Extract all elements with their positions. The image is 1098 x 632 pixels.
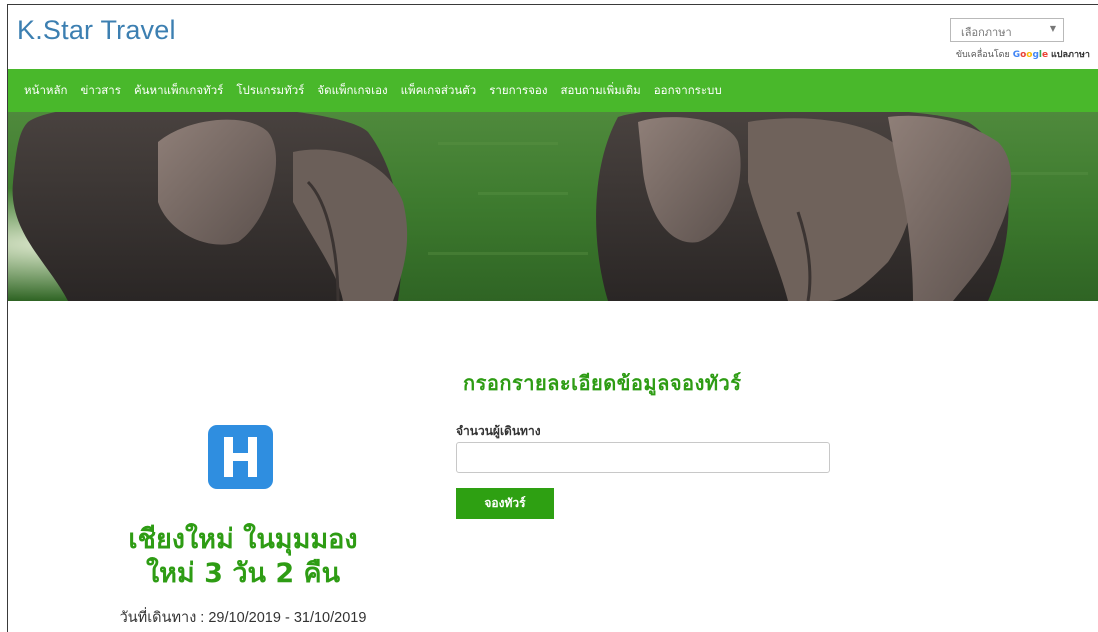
nav-item-logout[interactable]: ออกจากระบบ: [654, 82, 722, 100]
nav-item-inquiry[interactable]: สอบถามเพิ่มเติม: [560, 82, 640, 100]
browser-page: K.Star Travel เลือกภาษา ▼ ขับเคลื่อนโดย …: [7, 4, 1098, 632]
travelers-input[interactable]: [456, 442, 830, 473]
travelers-label: จำนวนผู้เดินทาง: [456, 424, 541, 438]
package-title-line2: ใหม่ 3 วัน 2 คืน: [145, 558, 341, 589]
booking-section: เชียงใหม่ ในมุมมอง ใหม่ 3 วัน 2 คืน วันท…: [8, 301, 1098, 632]
travel-date: วันที่เดินทาง : 29/10/2019 - 31/10/2019: [119, 610, 367, 626]
booking-form-title: กรอกรายละเอียดข้อมูลจองทัวร์: [463, 371, 742, 395]
nav-item-home[interactable]: หน้าหลัก: [24, 82, 68, 100]
site-logo[interactable]: K.Star Travel: [17, 15, 176, 46]
nav-item-news[interactable]: ข่าวสาร: [81, 82, 121, 100]
elephants-photo: [8, 112, 1098, 301]
language-select[interactable]: เลือกภาษา ▼: [950, 18, 1064, 42]
translate-label[interactable]: แปลภาษา: [1051, 50, 1090, 60]
hotel-icon: [208, 425, 273, 489]
hotel-h-glyph: [224, 437, 257, 477]
google-translate-credit: ขับเคลื่อนโดย Google แปลภาษา: [956, 47, 1090, 61]
language-select-value: เลือกภาษา: [961, 26, 1012, 39]
powered-by-text: ขับเคลื่อนโดย: [955, 50, 1010, 60]
hero-banner: [8, 112, 1098, 301]
nav-item-search-packages[interactable]: ค้นหาแพ็กเกจทัวร์: [134, 82, 223, 100]
nav-item-custom-package[interactable]: จัดแพ็กเกจเอง: [317, 82, 387, 100]
site-header: K.Star Travel เลือกภาษา ▼ ขับเคลื่อนโดย …: [8, 5, 1098, 69]
package-title-line1: เชียงใหม่ ในมุมมอง: [128, 524, 358, 555]
package-title: เชียงใหม่ ในมุมมอง ใหม่ 3 วัน 2 คืน: [68, 523, 418, 591]
book-tour-button[interactable]: จองทัวร์: [456, 488, 554, 519]
google-logo[interactable]: Google: [1013, 50, 1051, 60]
nav-item-tour-programs[interactable]: โปรแกรมทัวร์: [236, 82, 304, 100]
nav-item-private-package[interactable]: แพ็คเกจส่วนตัว: [401, 82, 477, 100]
dropdown-arrow-icon: ▼: [1049, 24, 1056, 33]
nav-item-bookings[interactable]: รายการจอง: [489, 82, 547, 100]
main-nav: หน้าหลัก ข่าวสาร ค้นหาแพ็กเกจทัวร์ โปรแก…: [8, 69, 1098, 112]
nav-items: หน้าหลัก ข่าวสาร ค้นหาแพ็กเกจทัวร์ โปรแก…: [24, 69, 735, 112]
